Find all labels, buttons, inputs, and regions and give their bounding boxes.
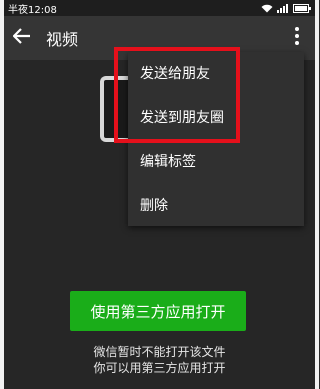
battery-icon	[293, 3, 311, 13]
more-vertical-icon	[295, 27, 299, 49]
wifi-icon	[261, 4, 273, 13]
menu-item-delete[interactable]: 删除	[128, 184, 304, 228]
status-left: 半夜12:08	[8, 1, 57, 16]
back-button[interactable]	[4, 16, 40, 60]
menu-item-share-to-moments[interactable]: 发送到朋友圈	[128, 96, 304, 140]
notice-line-2: 你可以用第三方应用打开	[93, 361, 226, 375]
status-time: 半夜12:08	[8, 4, 57, 16]
unsupported-file-notice: 微信暂时不能打开该文件 你可以用第三方应用打开	[0, 344, 319, 376]
notice-line-1: 微信暂时不能打开该文件	[93, 345, 226, 359]
status-bar: 半夜12:08	[4, 0, 315, 16]
page-title: 视频	[46, 30, 79, 49]
menu-item-send-to-friend[interactable]: 发送给朋友	[128, 52, 304, 96]
overflow-menu: 发送给朋友 发送到朋友圈 编辑标签 删除	[128, 52, 304, 226]
menu-item-edit-tags[interactable]: 编辑标签	[128, 140, 304, 184]
status-right	[261, 3, 311, 13]
signal-icon	[277, 3, 289, 13]
open-with-third-party-button[interactable]: 使用第三方应用打开	[70, 291, 246, 331]
screen-border-right	[315, 0, 319, 389]
phone-screen: 半夜12:08 视频 发送给朋友 发送到朋友圈 编辑标签 删除 使用第三方应用打…	[0, 0, 319, 389]
arrow-left-icon	[12, 28, 31, 48]
